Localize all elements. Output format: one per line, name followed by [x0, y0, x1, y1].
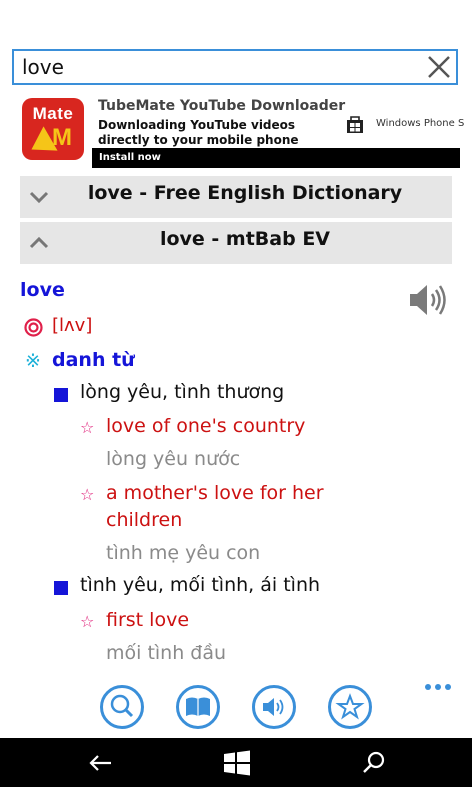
- windows-icon[interactable]: [222, 748, 252, 778]
- search-icon: [110, 694, 134, 718]
- dict-title: love - Free English Dictionary: [87, 182, 403, 204]
- ad-logo-letter: M: [52, 124, 72, 151]
- pronunciation: [lʌv]: [52, 315, 93, 336]
- star-icon: [335, 693, 365, 720]
- example-translation: mối tình đầu: [106, 642, 227, 664]
- speaker-icon[interactable]: [406, 280, 448, 320]
- ad-line-1: Downloading YouTube videos: [98, 118, 296, 132]
- search-box[interactable]: [12, 49, 458, 85]
- clear-icon[interactable]: [426, 54, 452, 80]
- ad-line-2: directly to your mobile phone: [98, 133, 299, 147]
- example-star-icon: ☆: [80, 485, 95, 504]
- dict-header-free-english[interactable]: love - Free English Dictionary: [20, 176, 452, 218]
- more-options-icon[interactable]: [425, 681, 455, 695]
- sense-meaning: lòng yêu, tình thương: [80, 381, 285, 403]
- ad-title: TubeMate YouTube Downloader: [98, 98, 346, 114]
- headword: love: [20, 279, 65, 301]
- book-icon: [186, 697, 210, 716]
- example-phrase: first love: [106, 609, 190, 631]
- example-translation: tình mẹ yêu con: [106, 542, 261, 564]
- sense-meaning: tình yêu, mối tình, ái tình: [80, 574, 321, 596]
- favorite-button[interactable]: [328, 685, 372, 729]
- pronounce-button[interactable]: [252, 685, 296, 729]
- example-phrase-continued: children: [106, 509, 183, 531]
- ad-banner[interactable]: Mate M TubeMate YouTube Downloader Downl…: [20, 96, 464, 170]
- dict-title: love - mtBab EV: [159, 228, 331, 250]
- system-nav-bar: [0, 738, 472, 787]
- windows-phone-store-badge: Windows Phone S: [345, 114, 465, 134]
- example-translation: lòng yêu nước: [106, 448, 241, 470]
- search-icon[interactable]: [359, 748, 389, 778]
- sense-bullet-icon: [54, 581, 68, 595]
- part-of-speech: danh từ: [52, 349, 135, 371]
- sense-bullet-icon: [54, 388, 68, 402]
- speaker-icon: [263, 698, 284, 716]
- example-phrase: love of one's country: [106, 415, 306, 437]
- back-icon[interactable]: [86, 748, 116, 778]
- search-button[interactable]: [100, 685, 144, 729]
- tubemate-logo: Mate M: [22, 98, 84, 160]
- pos-marker-icon: ※: [25, 350, 41, 372]
- example-star-icon: ☆: [80, 418, 95, 437]
- example-star-icon: ☆: [80, 612, 95, 631]
- store-bag-icon: [347, 116, 363, 133]
- search-input[interactable]: [14, 51, 414, 83]
- install-now-button[interactable]: Install now: [92, 148, 460, 168]
- store-label: Windows Phone S: [376, 118, 465, 129]
- example-phrase: a mother's love for her: [106, 482, 324, 504]
- ad-logo-text: Mate: [32, 104, 74, 123]
- dict-header-mtbab-ev[interactable]: love - mtBab EV: [20, 222, 452, 264]
- pronunciation-icon: [24, 318, 43, 337]
- dictionary-button[interactable]: [176, 685, 220, 729]
